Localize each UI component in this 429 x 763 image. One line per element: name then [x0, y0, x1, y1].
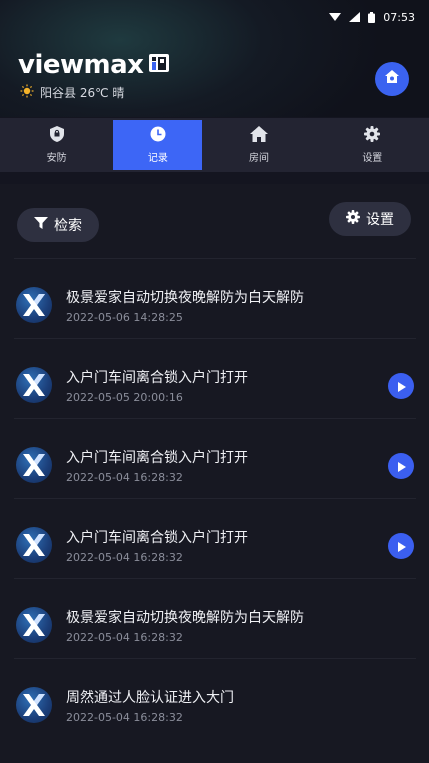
play-button[interactable]	[388, 373, 414, 399]
record-title: 极景爱家自动切换夜晚解防为白天解防	[66, 610, 304, 626]
clock-icon	[150, 126, 166, 145]
status-time: 07:53	[383, 10, 415, 24]
weather-text: 阳谷县 26℃ 晴	[40, 86, 125, 100]
record-title: 极景爱家自动切换夜晚解防为白天解防	[66, 290, 304, 306]
record-time: 2022-05-04 16:28:32	[66, 711, 183, 724]
house-icon	[249, 126, 268, 145]
tab-bar: 安防 记录 房间 设置	[0, 118, 429, 172]
play-icon	[397, 377, 406, 396]
weather-info: 阳谷县 26℃ 晴	[20, 84, 124, 101]
tab-settings[interactable]: 设置	[316, 118, 429, 172]
viewmax-x-icon	[16, 287, 52, 323]
tab-label: 记录	[147, 153, 168, 164]
list-item[interactable]: 入户门车间离合锁入户门打开 2022-05-04 16:28:32	[14, 418, 416, 498]
tab-label: 房间	[248, 153, 269, 164]
signal-icon	[349, 12, 361, 22]
list-item[interactable]: 周然通过人脸认证进入大门 2022-05-04 16:28:32	[14, 658, 416, 738]
records-content: 检索 设置 极景爱家自动切换夜晚解防为白天解防 2022-05-06 14:28…	[0, 184, 429, 763]
record-time: 2022-05-04 16:28:32	[66, 471, 183, 484]
record-time: 2022-05-06 14:28:25	[66, 311, 183, 324]
header: 07:53 viewmax 阳谷县 26℃ 晴	[0, 0, 429, 117]
record-title: 入户门车间离合锁入户门打开	[66, 370, 248, 386]
search-filter-button[interactable]: 检索	[17, 208, 99, 242]
record-time: 2022-05-04 16:28:32	[66, 631, 183, 644]
battery-icon	[368, 11, 376, 23]
list-item[interactable]: 极景爱家自动切换夜晚解防为白天解防 2022-05-04 16:28:32	[14, 578, 416, 658]
viewmax-x-icon	[16, 687, 52, 723]
record-time: 2022-05-04 16:28:32	[66, 551, 183, 564]
record-title: 周然通过人脸认证进入大门	[66, 690, 234, 706]
shield-icon	[49, 126, 64, 145]
viewmax-x-icon	[16, 527, 52, 563]
viewmax-x-icon	[16, 367, 52, 403]
play-button[interactable]	[388, 533, 414, 559]
search-button-label: 检索	[54, 218, 82, 234]
wifi-icon	[329, 12, 342, 22]
record-time: 2022-05-05 20:00:16	[66, 391, 183, 404]
list-item[interactable]: 极景爱家自动切换夜晚解防为白天解防 2022-05-06 14:28:25	[14, 258, 416, 338]
tab-security[interactable]: 安防	[0, 118, 113, 172]
play-icon	[397, 537, 406, 556]
viewmax-x-icon	[16, 447, 52, 483]
tab-label: 安防	[46, 153, 67, 164]
logo-text: viewmax	[18, 50, 144, 80]
gear-icon	[346, 210, 360, 228]
home-icon	[383, 68, 401, 90]
play-button[interactable]	[388, 453, 414, 479]
record-title: 入户门车间离合锁入户门打开	[66, 530, 248, 546]
home-button[interactable]	[375, 62, 409, 96]
status-bar: 07:53	[329, 8, 415, 26]
tab-rooms[interactable]: 房间	[202, 118, 315, 172]
logo-badge-icon	[149, 53, 170, 77]
list-item[interactable]: 入户门车间离合锁入户门打开 2022-05-05 20:00:16	[14, 338, 416, 418]
list-item[interactable]: 入户门车间离合锁入户门打开 2022-05-04 16:28:32	[14, 498, 416, 578]
sun-icon	[20, 84, 34, 101]
filter-icon	[34, 216, 48, 234]
tab-records[interactable]: 记录	[113, 120, 203, 170]
brand-logo: viewmax	[18, 50, 170, 80]
settings-button-label: 设置	[366, 212, 394, 228]
record-title: 入户门车间离合锁入户门打开	[66, 450, 248, 466]
tab-label: 设置	[362, 153, 383, 164]
viewmax-x-icon	[16, 607, 52, 643]
record-list: 极景爱家自动切换夜晚解防为白天解防 2022-05-06 14:28:25 入户…	[14, 258, 416, 738]
record-settings-button[interactable]: 设置	[329, 202, 411, 236]
play-icon	[397, 457, 406, 476]
gear-icon	[364, 126, 381, 145]
